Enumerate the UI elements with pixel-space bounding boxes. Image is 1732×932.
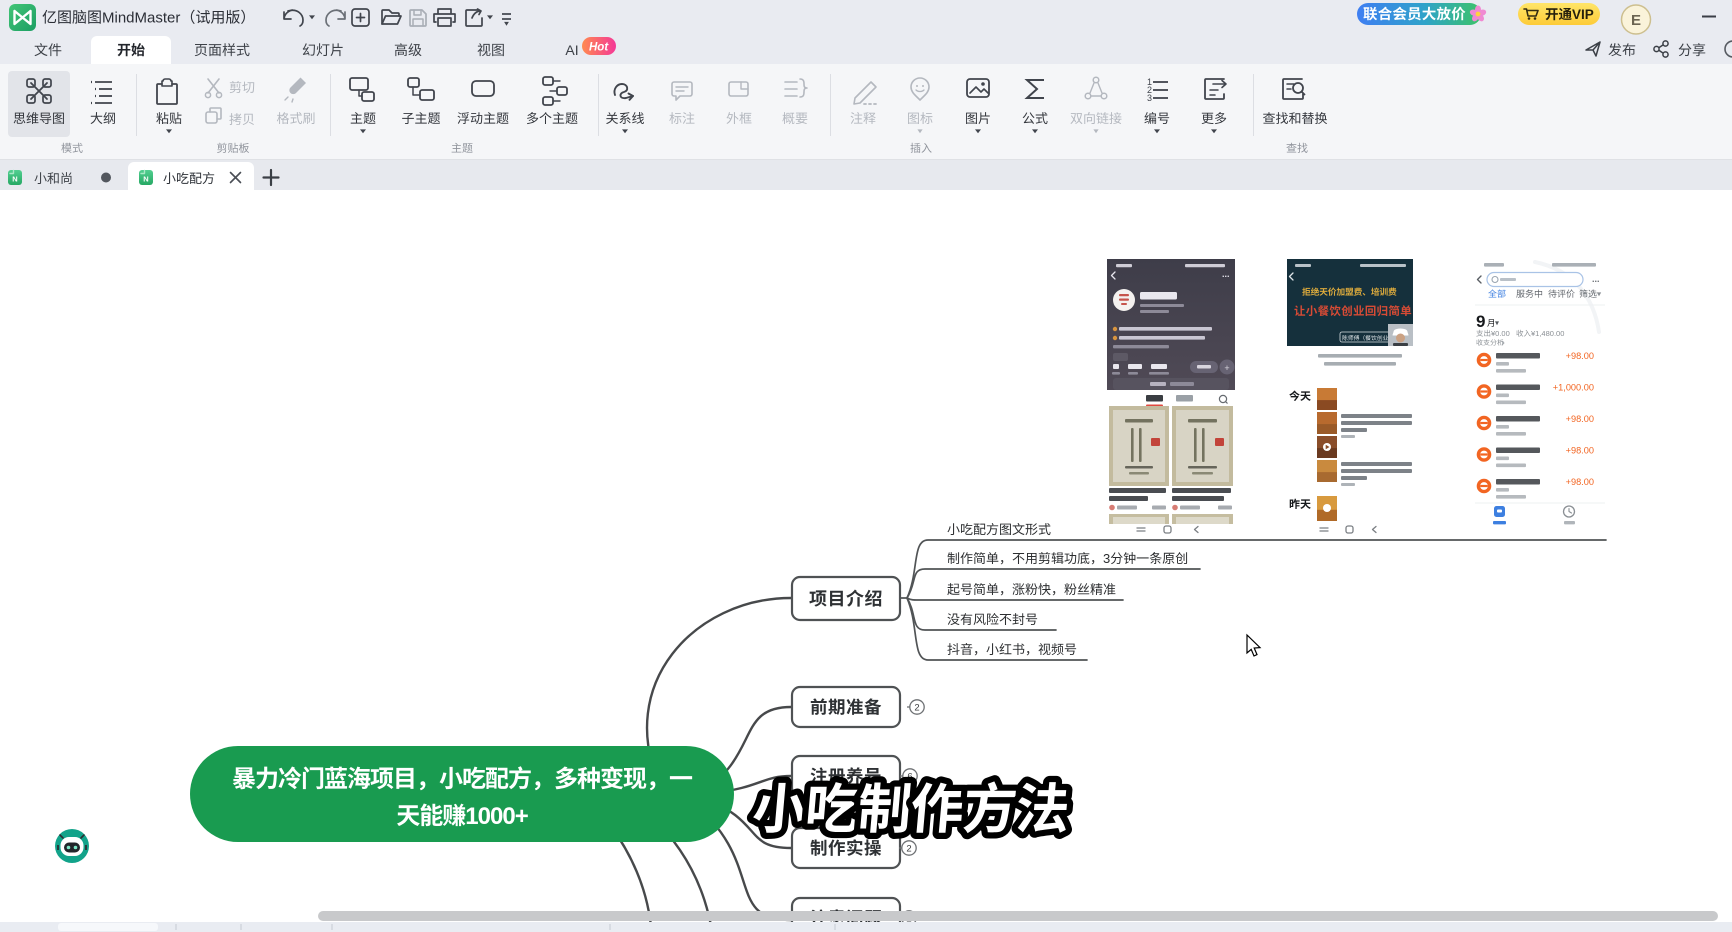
svg-text:MindMaster: MindMaster bbox=[102, 10, 180, 27]
svg-text:...: ... bbox=[1222, 269, 1230, 279]
svg-text:+98.00: +98.00 bbox=[1566, 351, 1594, 361]
svg-text:+1,000.00: +1,000.00 bbox=[1553, 383, 1594, 393]
svg-text:...: ... bbox=[1592, 274, 1600, 284]
svg-text:VIP: VIP bbox=[1572, 7, 1594, 22]
svg-text:9: 9 bbox=[1476, 312, 1485, 331]
svg-text:3: 3 bbox=[1103, 551, 1110, 566]
svg-text:2: 2 bbox=[906, 843, 911, 854]
svg-text:N: N bbox=[12, 175, 17, 184]
svg-text:2: 2 bbox=[914, 702, 919, 713]
svg-text:+98.00: +98.00 bbox=[1566, 477, 1594, 487]
svg-text:AI: AI bbox=[565, 42, 578, 58]
svg-text:+98.00: +98.00 bbox=[1566, 446, 1594, 456]
svg-text:E: E bbox=[1631, 12, 1641, 29]
svg-text:+: + bbox=[1224, 363, 1229, 373]
svg-text:1000+: 1000+ bbox=[465, 803, 528, 830]
svg-text:N: N bbox=[143, 175, 148, 184]
svg-text:¥0.00: ¥0.00 bbox=[1491, 329, 1510, 338]
svg-text:Hot: Hot bbox=[589, 42, 609, 54]
svg-text:+98.00: +98.00 bbox=[1566, 414, 1594, 424]
svg-text:¥1,480.00: ¥1,480.00 bbox=[1531, 329, 1564, 338]
svg-text:3: 3 bbox=[1147, 93, 1152, 103]
